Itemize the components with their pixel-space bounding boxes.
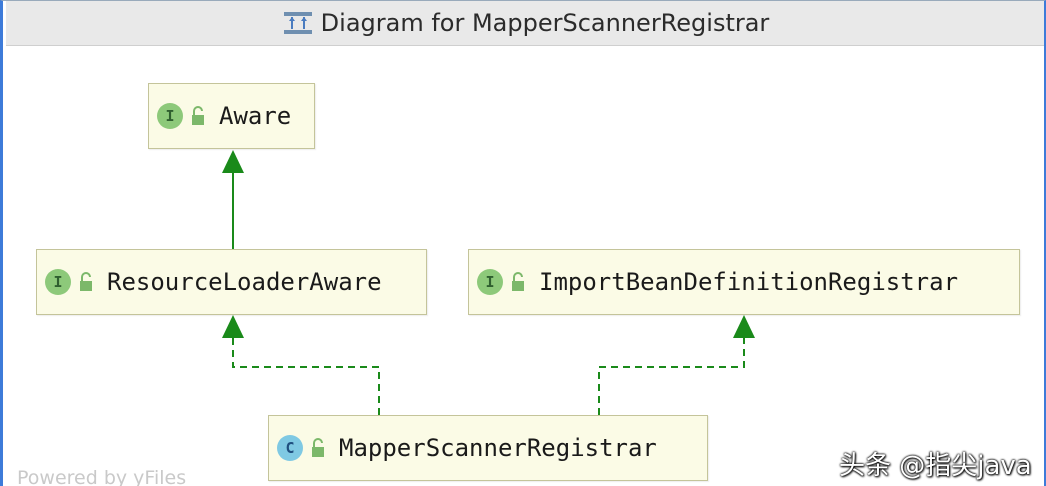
class-icon: C (277, 435, 303, 461)
diagram-window: Diagram for MapperScannerRegistrar I Awa… (0, 0, 1046, 486)
interface-icon: I (157, 103, 183, 129)
edge-mapper-scanner-registrar-to-import-bean-definition-registrar[interactable] (598, 315, 755, 415)
edge-mapper-scanner-registrar-to-resource-loader-aware[interactable] (222, 315, 380, 415)
node-label: Aware (219, 102, 292, 130)
interface-icon: I (45, 269, 71, 295)
edge-arrowhead (222, 150, 244, 173)
node-aware[interactable]: I Aware (148, 83, 315, 149)
node-import-bean-definition-registrar[interactable]: I ImportBeanDefinitionRegistrar (468, 249, 1020, 315)
node-label: ImportBeanDefinitionRegistrar (539, 268, 959, 296)
unlock-icon (509, 271, 527, 293)
unlock-icon (189, 105, 207, 127)
unlock-icon (309, 437, 327, 459)
unlock-icon (77, 271, 95, 293)
node-label: ResourceLoaderAware (107, 268, 382, 296)
powered-by-footer: Powered by yFiles (17, 467, 187, 486)
node-mapper-scanner-registrar[interactable]: C MapperScannerRegistrar (268, 415, 708, 481)
diagram-edges (222, 150, 755, 415)
edge-resource-loader-aware-to-aware[interactable] (222, 150, 244, 249)
watermark: 头条 @指尖java (839, 451, 1032, 481)
edge-arrowhead (222, 315, 244, 338)
node-resource-loader-aware[interactable]: I ResourceLoaderAware (36, 249, 427, 315)
edge-arrowhead (733, 315, 755, 338)
node-label: MapperScannerRegistrar (339, 434, 657, 462)
interface-icon: I (477, 269, 503, 295)
